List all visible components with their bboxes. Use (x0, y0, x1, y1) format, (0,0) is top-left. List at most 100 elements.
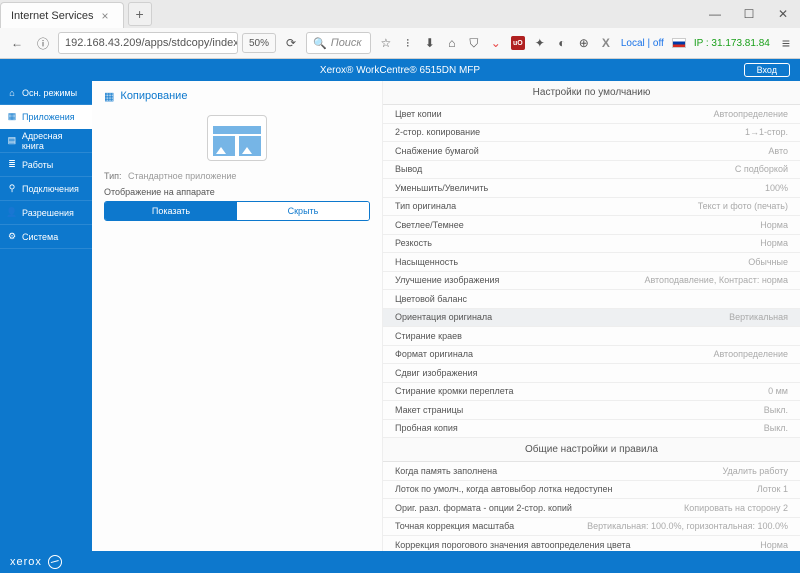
settings-key: Лоток по умолч., когда автовыбор лотка н… (395, 484, 612, 494)
display-label: Отображение на аппарате (104, 187, 370, 197)
settings-row[interactable]: Цветовой баланс (383, 290, 800, 309)
shield-icon[interactable]: ⛉ (467, 36, 481, 50)
settings-value: Норма (760, 220, 788, 230)
toggle-show-button[interactable]: Показать (105, 202, 237, 220)
settings-key: 2-стор. копирование (395, 127, 480, 137)
settings-row[interactable]: Уменьшить/Увеличить100% (383, 179, 800, 198)
home-icon[interactable]: ⌂ (445, 36, 459, 50)
settings-row[interactable]: Коррекция порогового значения автоопреде… (383, 536, 800, 551)
noscript-icon[interactable]: X (599, 36, 613, 50)
settings-value: Текст и фото (печать) (698, 201, 788, 211)
user-icon: 👤 (6, 207, 18, 219)
settings-value: Выкл. (764, 405, 788, 415)
status-local[interactable]: Local | off (621, 38, 664, 49)
window-maximize-icon[interactable]: ☐ (732, 1, 766, 27)
tab-close-icon[interactable]: × (98, 9, 113, 23)
settings-key: Тип оригинала (395, 201, 456, 211)
search-box[interactable]: 🔍 Поиск (306, 32, 371, 54)
download-icon[interactable]: ⬇ (423, 36, 437, 50)
app-large-icon (207, 115, 267, 161)
star-icon[interactable]: ☆ (379, 36, 393, 50)
settings-value: Выкл. (764, 423, 788, 433)
settings-key: Формат оригинала (395, 349, 473, 359)
menu-dots-icon[interactable]: ⁝ (401, 36, 415, 50)
app-type-row: Тип: Стандартное приложение (104, 171, 370, 181)
settings-row[interactable]: Стирание краев (383, 327, 800, 346)
settings-value: Автоопределение (713, 109, 788, 119)
jobs-icon: ≣ (6, 159, 18, 171)
extension-icon-3[interactable]: ⊕ (577, 36, 591, 50)
app-header: Xerox® WorkCentre® 6515DN MFP Вход (0, 59, 800, 81)
settings-row[interactable]: РезкостьНорма (383, 235, 800, 254)
new-tab-button[interactable]: + (128, 2, 152, 26)
settings-row[interactable]: Улучшение изображенияАвтоподавление, Кон… (383, 272, 800, 291)
settings-row[interactable]: Светлее/ТемнееНорма (383, 216, 800, 235)
settings-row[interactable]: Формат оригиналаАвтоопределение (383, 346, 800, 365)
tab-title: Internet Services (11, 10, 94, 22)
settings-key: Улучшение изображения (395, 275, 499, 285)
browser-tab[interactable]: Internet Services × (0, 2, 124, 28)
settings-value: Авто (768, 146, 788, 156)
settings-row[interactable]: Тип оригинала Текст и фото (печать) (383, 198, 800, 217)
hamburger-menu-icon[interactable]: ≡ (778, 35, 794, 51)
pocket-icon[interactable]: ⌄ (489, 36, 503, 50)
ublock-icon[interactable]: uO (511, 36, 525, 50)
reload-button[interactable]: ⟳ (280, 32, 302, 54)
settings-key: Резкость (395, 238, 432, 248)
window-minimize-icon[interactable]: — (698, 1, 732, 27)
settings-value: С подборкой (735, 164, 788, 174)
xerox-logo-icon (48, 555, 62, 569)
settings-row[interactable]: Когда память заполненаУдалить работу (383, 462, 800, 481)
sidebar-item-connections[interactable]: ⚲Подключения (0, 177, 92, 201)
zoom-level[interactable]: 50% (242, 33, 276, 53)
settings-key: Насыщенность (395, 257, 458, 267)
settings-row[interactable]: Лоток по умолч., когда автовыбор лотка н… (383, 481, 800, 500)
left-column: ▦ Копирование Тип: Стандартное приложени… (92, 81, 382, 551)
settings-row[interactable]: Стирание кромки переплета0 мм (383, 383, 800, 402)
settings-row[interactable]: 2-стор. копирование 1→1-стор. (383, 124, 800, 143)
sidebar-item-system[interactable]: ⚙Система (0, 225, 92, 249)
window-close-icon[interactable]: ✕ (766, 1, 800, 27)
settings-value: 1→1-стор. (745, 127, 788, 137)
status-ip[interactable]: IP : 31.173.81.84 (694, 38, 770, 49)
settings-row[interactable]: Точная коррекция масштабаВертикальная: 1… (383, 518, 800, 537)
settings-key: Уменьшить/Увеличить (395, 183, 488, 193)
settings-row[interactable]: Пробная копияВыкл. (383, 420, 800, 439)
brand-label: xerox (10, 556, 42, 568)
back-button[interactable]: ← (6, 32, 28, 54)
search-placeholder: Поиск (331, 37, 362, 49)
search-icon: 🔍 (313, 37, 327, 50)
flag-ru-icon (672, 38, 686, 48)
sidebar-item-permissions[interactable]: 👤Разрешения (0, 201, 92, 225)
settings-row[interactable]: ВыводС подборкой (383, 161, 800, 180)
settings-key: Стирание краев (395, 331, 462, 341)
extension-icon-1[interactable]: ✦ (533, 36, 547, 50)
product-title: Xerox® WorkCentre® 6515DN MFP (320, 65, 480, 76)
settings-key: Коррекция порогового значения автоопреде… (395, 540, 630, 550)
settings-row[interactable]: Ориентация оригиналаВертикальная (383, 309, 800, 328)
extension-icon-2[interactable]: ◐ (555, 36, 569, 50)
settings-row[interactable]: Макет страницыВыкл. (383, 401, 800, 420)
sidebar-item-addressbook[interactable]: ▤Адресная книга (0, 129, 92, 153)
plug-icon: ⚲ (6, 183, 18, 195)
type-label: Тип: (104, 171, 122, 181)
settings-panel[interactable]: Настройки по умолчанию Цвет копииАвтоопр… (382, 81, 800, 551)
info-icon[interactable]: ⓘ (32, 32, 54, 54)
url-field[interactable]: 192.168.43.209/apps/stdcopy/index (58, 32, 238, 54)
book-icon: ▤ (6, 135, 18, 147)
sidebar-item-jobs[interactable]: ≣Работы (0, 153, 92, 177)
settings-row[interactable]: Снабжение бумагойАвто (383, 142, 800, 161)
settings-row[interactable]: Ориг. разл. формата - опции 2-стор. копи… (383, 499, 800, 518)
tab-bar: Internet Services × + — ☐ ✕ (0, 0, 800, 28)
home-icon: ⌂ (6, 87, 18, 99)
settings-row[interactable]: Сдвиг изображения (383, 364, 800, 383)
settings-row[interactable]: НасыщенностьОбычные (383, 253, 800, 272)
sidebar-item-home[interactable]: ⌂Осн. режимы (0, 81, 92, 105)
login-button[interactable]: Вход (744, 63, 790, 77)
toggle-hide-button[interactable]: Скрыть (237, 202, 369, 220)
content: ▦ Копирование Тип: Стандартное приложени… (92, 81, 800, 551)
settings-row[interactable]: Цвет копииАвтоопределение (383, 105, 800, 124)
sidebar-item-apps[interactable]: ▦Приложения (0, 105, 92, 129)
settings-value: 0 мм (768, 386, 788, 396)
settings-key: Сдвиг изображения (395, 368, 477, 378)
